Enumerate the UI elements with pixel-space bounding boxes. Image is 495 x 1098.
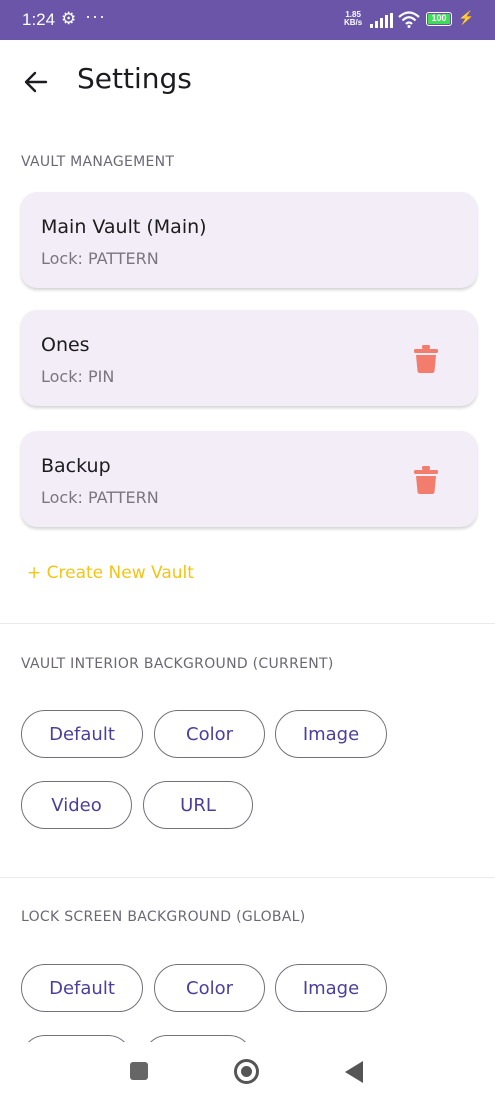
page-title: Settings [77,62,192,95]
gear-icon: ⚙ [61,9,77,28]
battery-icon: 100 [426,12,452,26]
more-dots-icon: ··· [85,6,106,26]
net-speed-unit: KB/s [344,18,363,27]
vault-card-main[interactable]: Main Vault (Main) Lock: PATTERN [21,192,477,288]
interior-option-image[interactable]: Image [275,710,387,758]
system-nav-bar [0,1042,495,1098]
lock-option-image[interactable]: Image [275,964,387,1012]
vault-lock-type: Lock: PATTERN [41,488,159,507]
vault-name: Backup [41,455,111,477]
status-bar: 1:24 ⚙ ··· 1.85 KB/s 100 ⚡ [0,0,495,40]
vault-lock-type: Lock: PIN [41,367,115,386]
arrow-left-icon[interactable] [22,68,50,96]
lock-option-color[interactable]: Color [154,964,265,1012]
charging-bolt-icon: ⚡ [458,10,475,25]
recents-square-icon[interactable] [130,1062,148,1080]
back-triangle-icon[interactable] [345,1061,363,1083]
create-vault-button[interactable]: + Create New Vault [27,563,194,583]
interior-background-label: VAULT INTERIOR BACKGROUND (CURRENT) [21,656,334,672]
vault-card-backup[interactable]: Backup Lock: PATTERN [21,431,477,527]
trash-icon[interactable] [413,344,439,374]
signal-icon [370,13,394,28]
vault-name: Ones [41,334,90,356]
battery-level: 100 [431,13,447,23]
app-bar: Settings [0,40,495,122]
section-divider [0,623,495,624]
trash-icon[interactable] [413,465,439,495]
vault-management-label: VAULT MANAGEMENT [21,154,175,170]
interior-option-default[interactable]: Default [21,710,143,758]
home-circle-icon[interactable] [234,1059,259,1084]
vault-lock-type: Lock: PATTERN [41,249,159,268]
wifi-icon [398,11,420,28]
interior-option-video[interactable]: Video [21,781,132,829]
net-speed: 1.85 KB/s [344,11,362,27]
section-divider [0,877,495,878]
lock-option-default[interactable]: Default [21,964,143,1012]
status-time: 1:24 [22,10,56,29]
vault-name: Main Vault (Main) [41,216,207,238]
vault-card-ones[interactable]: Ones Lock: PIN [21,310,477,406]
lock-background-label: LOCK SCREEN BACKGROUND (GLOBAL) [21,909,306,925]
interior-option-color[interactable]: Color [154,710,265,758]
interior-option-url[interactable]: URL [143,781,253,829]
